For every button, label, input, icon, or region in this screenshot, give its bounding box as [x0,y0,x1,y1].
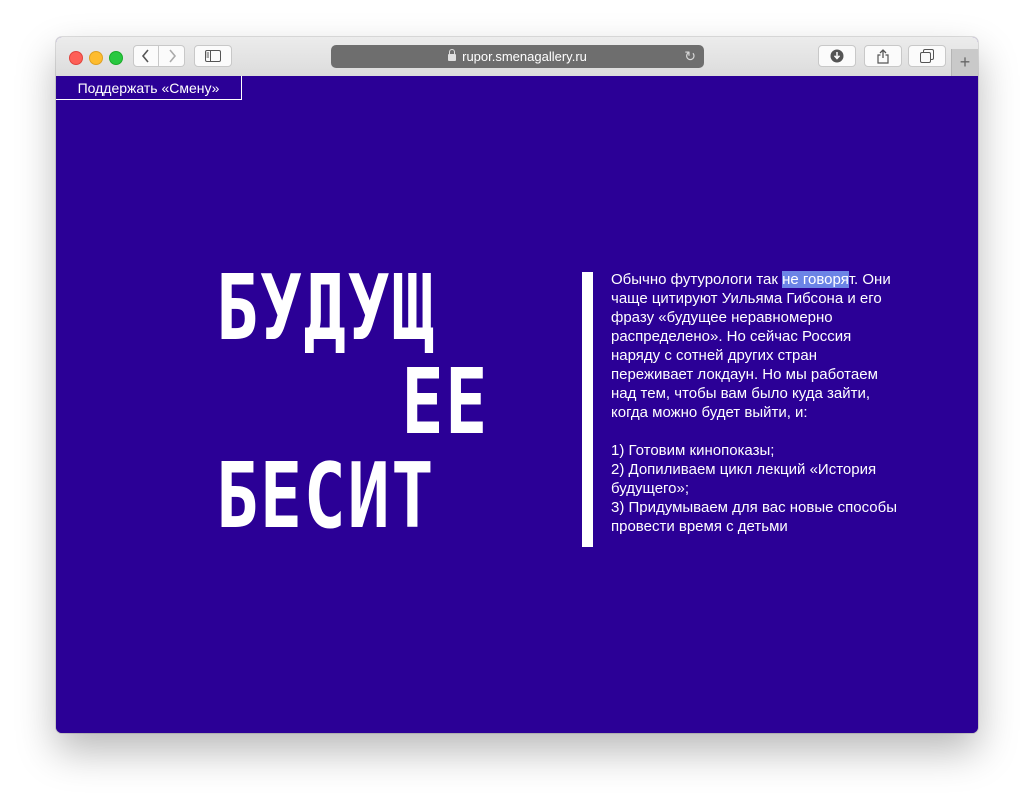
plan-item-3: 3) Придумываем для вас новые способы про… [611,499,897,535]
browser-window: rupor.smenagallery.ru ↻ + Поддержать «См… [56,37,978,733]
share-button[interactable] [864,45,902,67]
plus-icon: + [959,52,971,72]
download-icon [830,49,844,63]
reload-icon[interactable]: ↻ [684,48,696,65]
tabs-icon [920,49,934,63]
headline: БУДУЩ ЕЕ БЕСИТ [216,262,489,544]
headline-line-3: БЕСИТ [216,444,436,549]
selected-text: не говоря [782,271,849,288]
sidebar-button[interactable] [194,45,232,67]
browser-toolbar: rupor.smenagallery.ru ↻ + [56,37,978,77]
intro-text-end: т. [848,271,859,288]
new-tab-button[interactable]: + [951,49,978,76]
vertical-divider [582,272,593,547]
chevron-right-icon [168,49,176,63]
close-window-button[interactable] [69,51,83,65]
sidebar-icon [205,50,221,62]
lock-icon [448,49,457,61]
chevron-left-icon [141,49,149,63]
forward-button[interactable] [159,45,185,67]
show-tabs-button[interactable] [908,45,946,67]
headline-line-1: БУДУЩ [216,256,436,361]
intro-text-start: Обычно футурологи так [611,271,783,288]
share-icon [877,48,889,64]
plan-item-2: 2) Допиливаем цикл лекций «История будущ… [611,461,877,497]
zoom-window-button[interactable] [109,51,123,65]
page-content: Поддержать «Смену» БУДУЩ ЕЕ БЕСИТ Обычно… [56,76,978,733]
address-bar[interactable]: rupor.smenagallery.ru ↻ [331,45,704,68]
intro-text-rest: Они чаще цитируют Уильяма Гибсона и его … [611,271,891,421]
support-link[interactable]: Поддержать «Смену» [56,76,242,100]
intro-paragraph: Обычно футурологи так не говорят. Они ча… [611,270,901,422]
navigation-buttons [133,45,185,67]
plan-item-1: 1) Готовим кинопоказы; [611,442,775,459]
minimize-window-button[interactable] [89,51,103,65]
headline-line-2: ЕЕ [401,350,489,455]
address-url: rupor.smenagallery.ru [462,49,587,64]
back-button[interactable] [133,45,159,67]
intro-text: Обычно футурологи так не говорят. Они ча… [611,270,901,536]
download-button[interactable] [818,45,856,67]
